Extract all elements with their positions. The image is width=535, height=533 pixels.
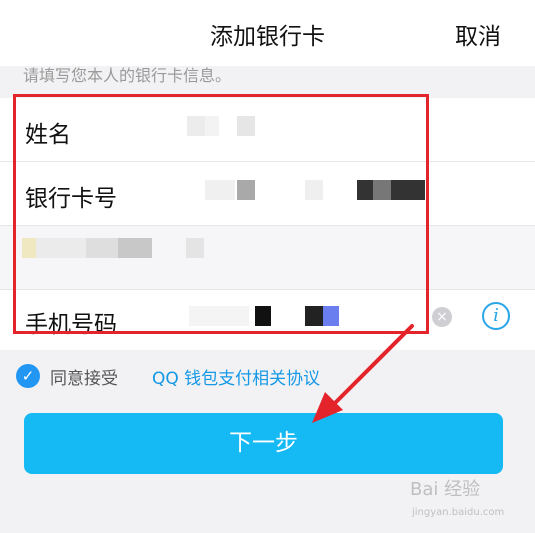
cancel-button[interactable]: 取消 bbox=[455, 17, 501, 51]
info-circle-icon[interactable]: i bbox=[482, 302, 510, 330]
watermark-brand: Bai 经验 bbox=[410, 479, 481, 500]
agreement-link[interactable]: QQ 钱包支付相关协议 bbox=[152, 364, 320, 389]
header: 添加银行卡 取消 bbox=[0, 0, 535, 66]
watermark: Bai 经验 jingyan.baidu.com bbox=[410, 475, 530, 525]
watermark-sub: jingyan.baidu.com bbox=[412, 507, 505, 518]
highlight-box bbox=[13, 94, 429, 334]
hint-text: 请填写您本人的银行卡信息。 bbox=[23, 66, 232, 85]
next-button[interactable]: 下一步 bbox=[24, 413, 503, 474]
checkmark-icon[interactable]: ✓ bbox=[16, 364, 40, 388]
clear-circle-icon[interactable]: × bbox=[432, 307, 452, 327]
agreement-text: 同意接受 bbox=[50, 369, 118, 389]
